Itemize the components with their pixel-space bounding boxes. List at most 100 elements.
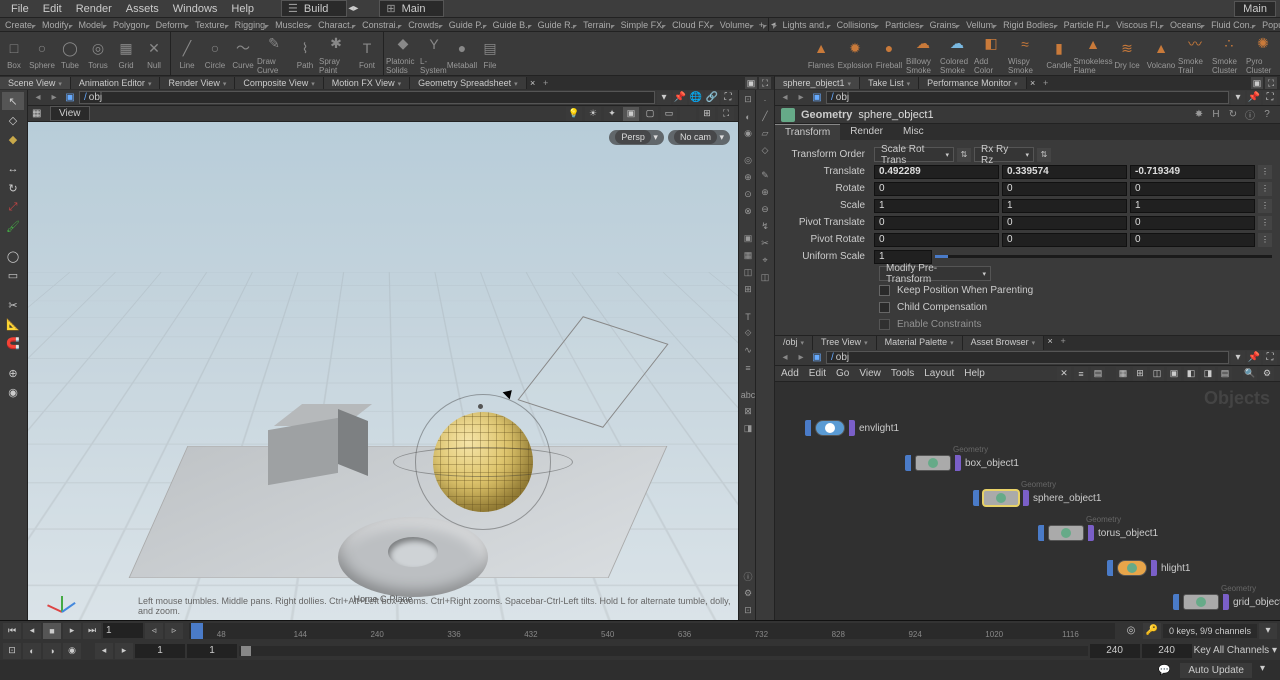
disp-opt8[interactable]: ▣ (741, 231, 755, 246)
panetab-0[interactable]: Scene View (0, 77, 71, 89)
nettab-tree[interactable]: Tree View (813, 336, 877, 350)
view-label[interactable]: View (50, 106, 90, 121)
info-icon[interactable]: ⓘ (1243, 108, 1257, 122)
disp-info[interactable]: ⓘ (741, 569, 755, 584)
range-start2[interactable]: 1 (187, 644, 237, 658)
ppath-fwd[interactable]: ▸ (794, 91, 808, 105)
PivotTranslate-z[interactable]: 0 (1130, 216, 1255, 230)
shelf-sphere[interactable]: ○Sphere (28, 32, 56, 75)
nexpand[interactable]: ⛶ (1263, 351, 1277, 365)
shelftab-simplefx[interactable]: Simple FX (616, 20, 668, 30)
shelf-circle[interactable]: ○Circle (201, 32, 229, 75)
net-help[interactable]: Help (964, 368, 985, 379)
network-view[interactable]: Objects envlight1Geometrybox_object1Geom… (775, 382, 1280, 620)
shelf-smoke-trail[interactable]: 〰Smoke Trail (1178, 32, 1212, 75)
shelftab-r-1[interactable]: Collisions (832, 20, 881, 30)
tab-close[interactable]: × (527, 78, 539, 88)
scope-icon[interactable]: ◎ (1121, 623, 1141, 639)
link-icon[interactable]: 🔗 (705, 91, 719, 105)
shelf-add-left[interactable]: + (755, 20, 768, 30)
path-fwd[interactable]: ▸ (47, 91, 61, 105)
shelftab-charact[interactable]: Charact. (313, 20, 357, 30)
PivotRotate-x[interactable]: 0 (874, 233, 999, 247)
auto-update[interactable]: Auto Update (1180, 663, 1252, 678)
camera-select[interactable]: No cam ▾ (668, 130, 730, 145)
sel-t4[interactable]: ↯ (758, 219, 772, 234)
node-box_object1[interactable]: Geometrybox_object1 (905, 455, 1019, 471)
tab-misc[interactable]: Misc (893, 124, 934, 140)
key-all-channels[interactable]: Key All Channels (1194, 645, 1270, 656)
nettab-add[interactable]: + (1056, 336, 1070, 350)
shelf-volcano[interactable]: ▲Volcano (1144, 32, 1178, 75)
shelf-explosion[interactable]: ✹Explosion (838, 32, 872, 75)
disp-opt4[interactable]: ◎ (741, 153, 755, 168)
shelftab-guideb[interactable]: Guide B. (488, 20, 533, 30)
sel-verts[interactable]: ◇ (758, 143, 772, 158)
net-i7[interactable]: ▣ (1167, 367, 1181, 381)
view-opt1[interactable]: ⊞ (699, 107, 715, 121)
tool-handles[interactable]: ◇ (2, 111, 24, 129)
ppath-back[interactable]: ◂ (778, 91, 792, 105)
shelftab-polygon[interactable]: Polygon (108, 20, 151, 30)
net-i3[interactable]: ▤ (1091, 367, 1105, 381)
timeline-track[interactable]: 4814424033643254063673282892410201116 (189, 623, 1115, 639)
disp-opt11[interactable]: ⊞ (741, 282, 755, 297)
ch-drop[interactable]: ▾ (1259, 623, 1277, 639)
rpanetab-1[interactable]: Take List (860, 77, 919, 89)
disp-opt18[interactable]: ◨ (741, 421, 755, 436)
shelf-metaball[interactable]: ●Metaball (448, 32, 476, 75)
tb3[interactable]: ◑ (43, 643, 61, 659)
shelftab-muscles[interactable]: Muscles (270, 20, 313, 30)
auto-drop[interactable]: ▾ (1260, 663, 1274, 677)
torder-btn[interactable]: ⇅ (957, 148, 971, 162)
shelf-fireball[interactable]: ●Fireball (872, 32, 906, 75)
play-last[interactable]: ⏭ (83, 623, 101, 639)
sel-prims[interactable]: ▱ (758, 126, 772, 141)
box-object[interactable] (268, 424, 348, 504)
shelf-file[interactable]: ▤File (476, 32, 504, 75)
shelf-dry-ice[interactable]: ≋Dry Ice (1110, 32, 1144, 75)
rpanetab-2[interactable]: Performance Monitor (919, 77, 1027, 89)
tb2[interactable]: ◐ (23, 643, 41, 659)
net-go[interactable]: Go (836, 368, 849, 379)
shelf-draw-curve[interactable]: ✎Draw Curve (257, 32, 291, 75)
shelf-path[interactable]: ⌇Path (291, 32, 319, 75)
PivotRotate-z[interactable]: 0 (1130, 233, 1255, 247)
tab-add-r[interactable]: + (1039, 78, 1053, 88)
playhead[interactable] (191, 623, 203, 639)
shelftab-r-5[interactable]: Rigid Bodies (998, 20, 1059, 30)
shelftab-r-8[interactable]: Oceans (1165, 20, 1206, 30)
disp-opt2[interactable]: ◐ (741, 109, 755, 124)
globe-icon[interactable]: 🌐 (689, 91, 703, 105)
h-icon[interactable]: H (1209, 108, 1223, 122)
pane-full[interactable]: ▣ (745, 77, 757, 89)
shelftab-r-2[interactable]: Particles (880, 20, 925, 30)
uscale-input[interactable]: 1 (874, 250, 932, 264)
view-light1[interactable]: 💡 (566, 107, 582, 121)
shelf-curve[interactable]: 〜Curve (229, 32, 257, 75)
Translate-y[interactable]: 0.339574 (1002, 165, 1127, 179)
nettab-close[interactable]: × (1044, 336, 1056, 350)
sel-edges[interactable]: ╱ (758, 109, 772, 124)
disp-opt10[interactable]: ◫ (741, 265, 755, 280)
nettab-obj[interactable]: /obj (775, 336, 813, 350)
disp-opt15[interactable]: ≡ (741, 360, 755, 375)
pexpand[interactable]: ⛶ (1263, 91, 1277, 105)
disp-settings[interactable]: ⚙ (741, 586, 755, 601)
tool-move[interactable]: ↔ (2, 160, 24, 178)
chk-constraints[interactable] (879, 319, 890, 330)
Rotate-x[interactable]: 0 (874, 182, 999, 196)
ppin-icon[interactable]: 📌 (1247, 91, 1261, 105)
sel-t5[interactable]: ✂ (758, 236, 772, 251)
uscale-slider[interactable] (935, 255, 1272, 258)
reload-icon[interactable]: ↻ (1226, 108, 1240, 122)
range-start[interactable]: 1 (135, 644, 185, 658)
disp-opt7[interactable]: ⊗ (741, 204, 755, 219)
Translate-z[interactable]: -0.719349 (1130, 165, 1255, 179)
shelftab-r-6[interactable]: Particle Fl. (1059, 20, 1112, 30)
key-icon[interactable]: 🔑 (1143, 623, 1161, 639)
sel-t6[interactable]: ⌖ (758, 253, 772, 268)
shelftab-r-3[interactable]: Grains (925, 20, 962, 30)
shelf-candle[interactable]: ▮Candle (1042, 32, 1076, 75)
rorder-btn[interactable]: ⇅ (1037, 148, 1051, 162)
